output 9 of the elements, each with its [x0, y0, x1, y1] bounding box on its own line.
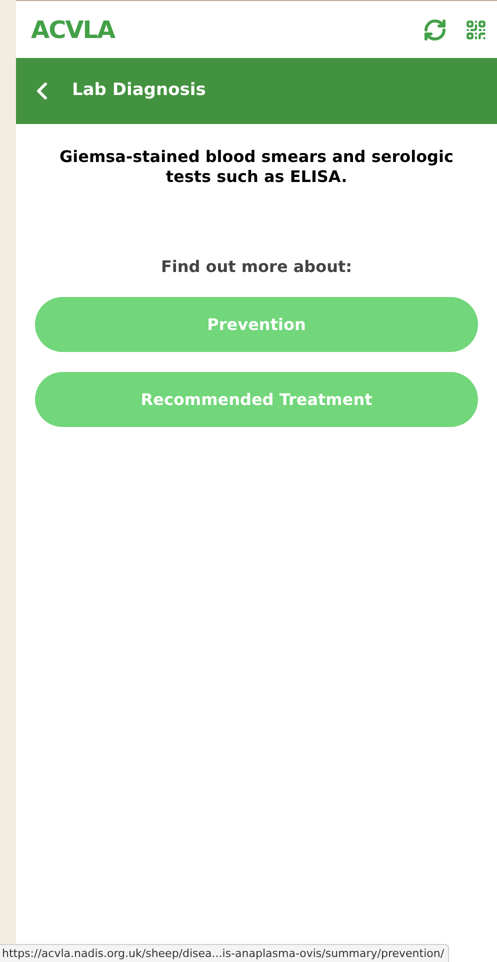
page-title: Lab Diagnosis — [72, 79, 206, 102]
status-url: https://acvla.nadis.org.uk/sheep/disea...is-anaplasma-ovis/summary/prevention/ — [0, 944, 450, 962]
qr-code-icon[interactable] — [465, 18, 487, 40]
app-logo: ACVLA — [31, 14, 115, 46]
topic-button[interactable]: Recommended Treatment — [35, 372, 478, 427]
diagnosis-text: Giemsa-stained blood smears and serologic tests such as ELISA. — [58, 147, 454, 187]
find-out-more-label: Find out more about: — [160, 256, 354, 278]
topic-button[interactable]: Prevention — [35, 297, 478, 352]
refresh-icon[interactable] — [423, 18, 447, 42]
